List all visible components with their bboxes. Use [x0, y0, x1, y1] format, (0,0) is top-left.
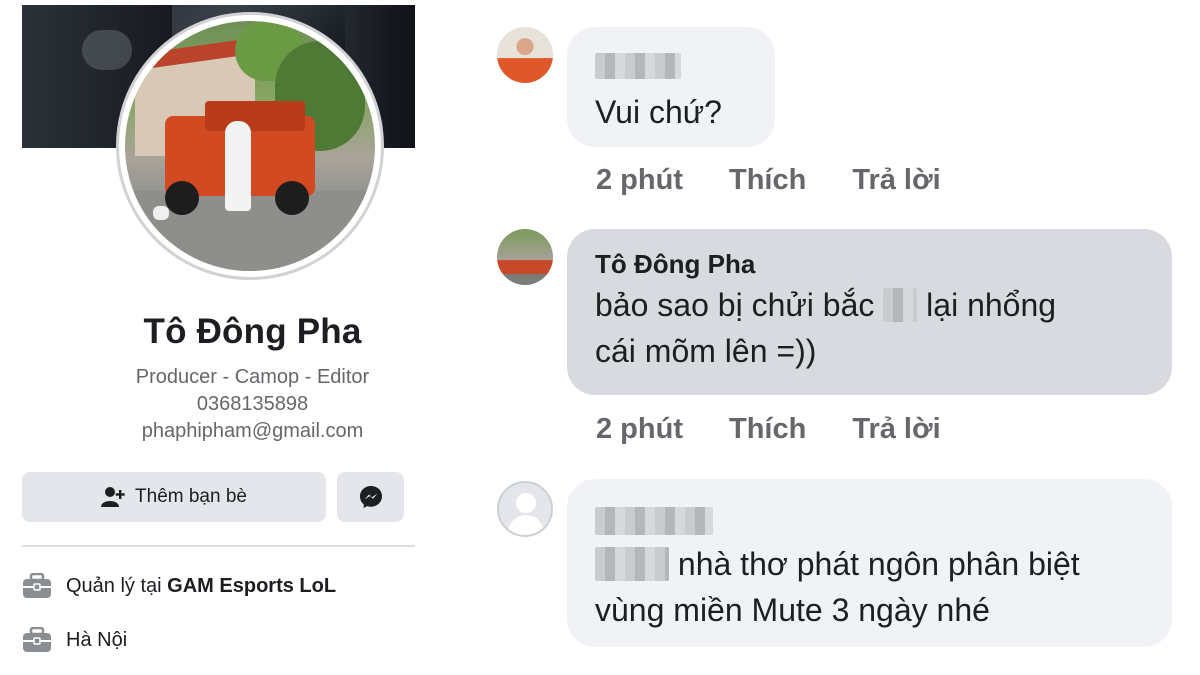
- reply-button[interactable]: Trả lời: [852, 413, 940, 446]
- add-friend-label: Thêm bạn bè: [135, 486, 247, 507]
- photo-detail: [205, 101, 305, 131]
- commenter-avatar[interactable]: [497, 27, 553, 83]
- profile-bio: Producer - Camop - Editor: [135, 366, 370, 388]
- comment-author[interactable]: [595, 507, 1144, 535]
- profile-avatar[interactable]: [116, 12, 384, 280]
- photo-detail: [225, 121, 251, 211]
- photo-detail: [165, 181, 199, 215]
- avatar-head: [516, 493, 536, 513]
- comment-bubble: nhà thơ phát ngôn phân biệt vùng miền Mu…: [567, 479, 1172, 647]
- blurred-word: [883, 288, 918, 322]
- add-friend-button[interactable]: Thêm bạn bè: [22, 472, 326, 522]
- profile-panel: Tô Đông Pha Producer - Camop - Editor 03…: [0, 0, 440, 675]
- like-button[interactable]: Thích: [729, 164, 806, 197]
- comment-time[interactable]: 2 phút: [596, 164, 683, 197]
- comment-bubble: Vui chứ?: [567, 27, 775, 147]
- comment-time[interactable]: 2 phút: [596, 413, 683, 446]
- default-avatar-icon[interactable]: [497, 481, 553, 537]
- comment-text: bảo sao bị chửi bắc lại nhổng: [595, 287, 1057, 323]
- profile-email: phaphipham@gmail.com: [141, 420, 364, 442]
- reply-button[interactable]: Trả lời: [852, 164, 940, 197]
- profile-phone: 0368135898: [196, 393, 309, 415]
- messenger-icon: [359, 486, 382, 508]
- briefcase-icon: [23, 627, 51, 652]
- add-friend-icon: [101, 487, 125, 507]
- like-button[interactable]: Thích: [729, 413, 806, 446]
- profile-photo: [125, 21, 375, 271]
- comment-bubble-highlighted: Tô Đông Pha bảo sao bị chửi bắc lại nhổn…: [567, 229, 1172, 395]
- comment-text: Vui chứ?: [595, 94, 722, 130]
- commenter-avatar[interactable]: [497, 229, 553, 285]
- comment-text: nhà thơ phát ngôn phân biệt: [595, 541, 1144, 587]
- info-location-text: Hà Nội: [66, 628, 128, 651]
- profile-name: Tô Đông Pha: [143, 312, 362, 351]
- blurred-author-name: [595, 507, 713, 535]
- info-workplace: Quản lý tại GAM Esports LoL: [22, 573, 336, 599]
- comment-actions: 2 phút Thích Trả lời: [596, 164, 941, 197]
- messenger-button[interactable]: [337, 472, 404, 522]
- comment-actions: 2 phút Thích Trả lời: [596, 413, 941, 446]
- workplace-link[interactable]: GAM Esports LoL: [167, 575, 336, 597]
- info-location: Hà Nội: [22, 627, 127, 653]
- briefcase-icon: [23, 573, 51, 598]
- info-workplace-text: Quản lý tại GAM Esports LoL: [66, 574, 337, 597]
- blurred-author-name: [595, 53, 681, 79]
- comment-text-line2: vùng miền Mute 3 ngày nhé: [595, 592, 990, 628]
- divider: [22, 545, 415, 547]
- photo-detail: [275, 181, 309, 215]
- blurred-word: [595, 547, 669, 581]
- cover-detail: [82, 30, 132, 70]
- photo-detail: [153, 206, 169, 220]
- comment-author[interactable]: Tô Đông Pha: [595, 249, 1144, 280]
- comment-author[interactable]: [595, 53, 747, 79]
- comment-text-line2: cái mõm lên =)): [595, 333, 817, 369]
- avatar-body: [508, 515, 544, 535]
